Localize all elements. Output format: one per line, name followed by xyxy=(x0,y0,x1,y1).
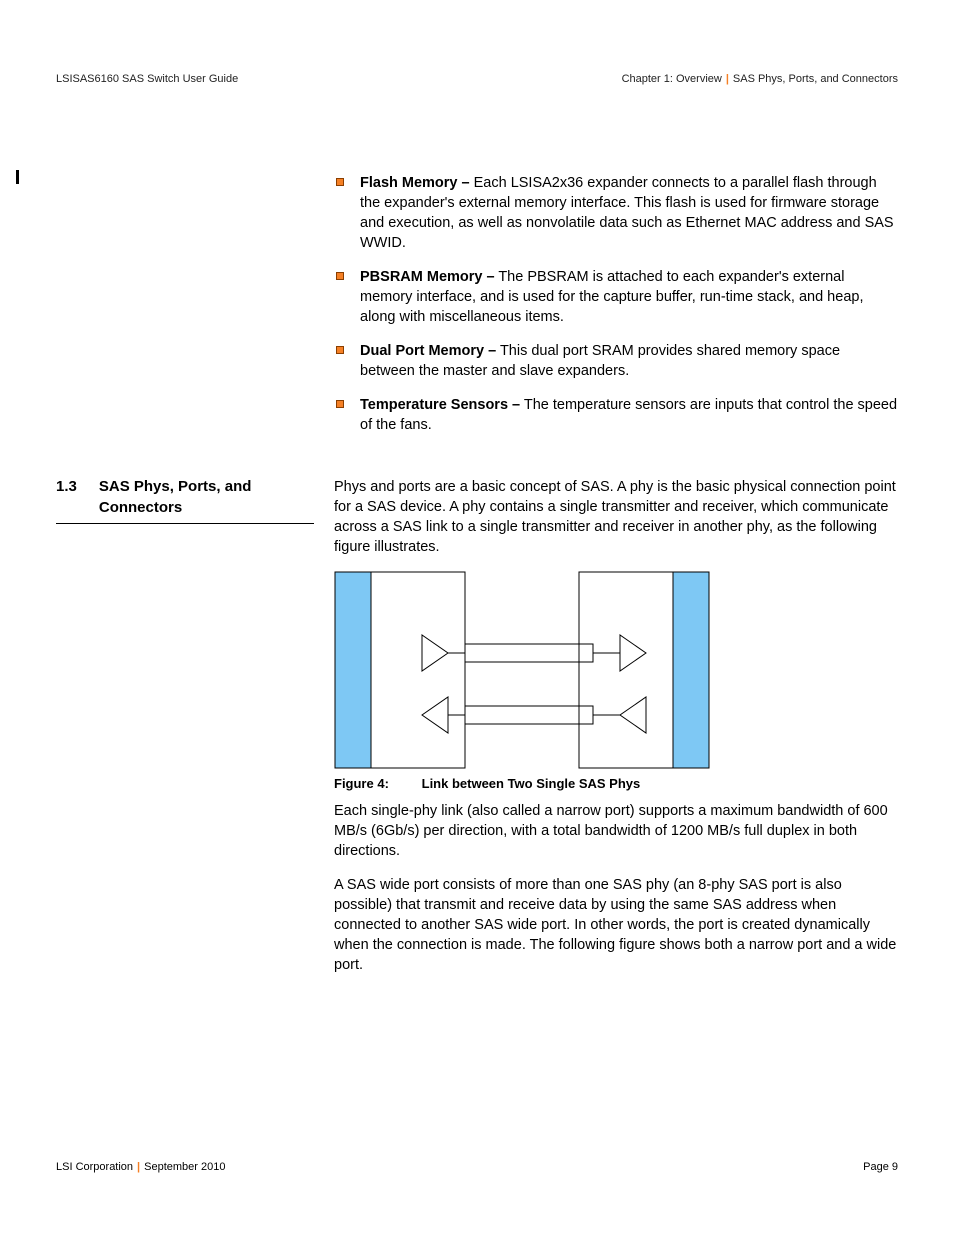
separator-pipe: | xyxy=(137,1161,140,1173)
term-pbsram-memory: PBSRAM Memory – xyxy=(360,269,495,285)
page-header: LSISAS6160 SAS Switch User Guide Chapter… xyxy=(56,72,898,87)
feature-list: Flash Memory – Each LSISA2x36 expander c… xyxy=(334,173,898,435)
section-heading: 1.3 SAS Phys, Ports, and Connectors xyxy=(56,477,314,523)
footer-company: LSI Corporation xyxy=(56,1161,133,1173)
section-number: 1.3 xyxy=(56,477,77,518)
footer-date: September 2010 xyxy=(144,1161,225,1173)
section-para-bandwidth: Each single-phy link (also called a narr… xyxy=(334,801,898,861)
change-bar xyxy=(16,170,19,184)
header-chapter: Chapter 1: Overview xyxy=(622,73,722,85)
list-item: Flash Memory – Each LSISA2x36 expander c… xyxy=(334,173,898,253)
section-title: SAS Phys, Ports, and Connectors xyxy=(99,477,314,518)
header-section: SAS Phys, Ports, and Connectors xyxy=(733,73,898,85)
separator-pipe: | xyxy=(726,73,729,85)
figure-title: Link between Two Single SAS Phys xyxy=(422,776,641,791)
figure-4: Figure 4: Link between Two Single SAS Ph… xyxy=(334,571,898,793)
figure-label: Figure 4: xyxy=(334,775,418,793)
list-item: PBSRAM Memory – The PBSRAM is attached t… xyxy=(334,267,898,327)
list-item: Temperature Sensors – The temperature se… xyxy=(334,395,898,435)
list-item: Dual Port Memory – This dual port SRAM p… xyxy=(334,341,898,381)
header-right: Chapter 1: Overview | SAS Phys, Ports, and… xyxy=(622,72,898,87)
term-dual-port-memory: Dual Port Memory – xyxy=(360,343,496,359)
page-footer: LSI Corporation | September 2010 Page 9 xyxy=(56,1160,898,1175)
term-temperature-sensors: Temperature Sensors – xyxy=(360,397,520,413)
header-left: LSISAS6160 SAS Switch User Guide xyxy=(56,72,238,87)
footer-left: LSI Corporation | September 2010 xyxy=(56,1160,225,1175)
term-flash-memory: Flash Memory – xyxy=(360,175,470,191)
footer-page: Page 9 xyxy=(863,1160,898,1175)
section-para-wideport: A SAS wide port consists of more than on… xyxy=(334,875,898,975)
section-intro: Phys and ports are a basic concept of SA… xyxy=(334,477,898,557)
figure-caption: Figure 4: Link between Two Single SAS Ph… xyxy=(334,775,898,793)
sas-phy-diagram xyxy=(334,571,710,769)
